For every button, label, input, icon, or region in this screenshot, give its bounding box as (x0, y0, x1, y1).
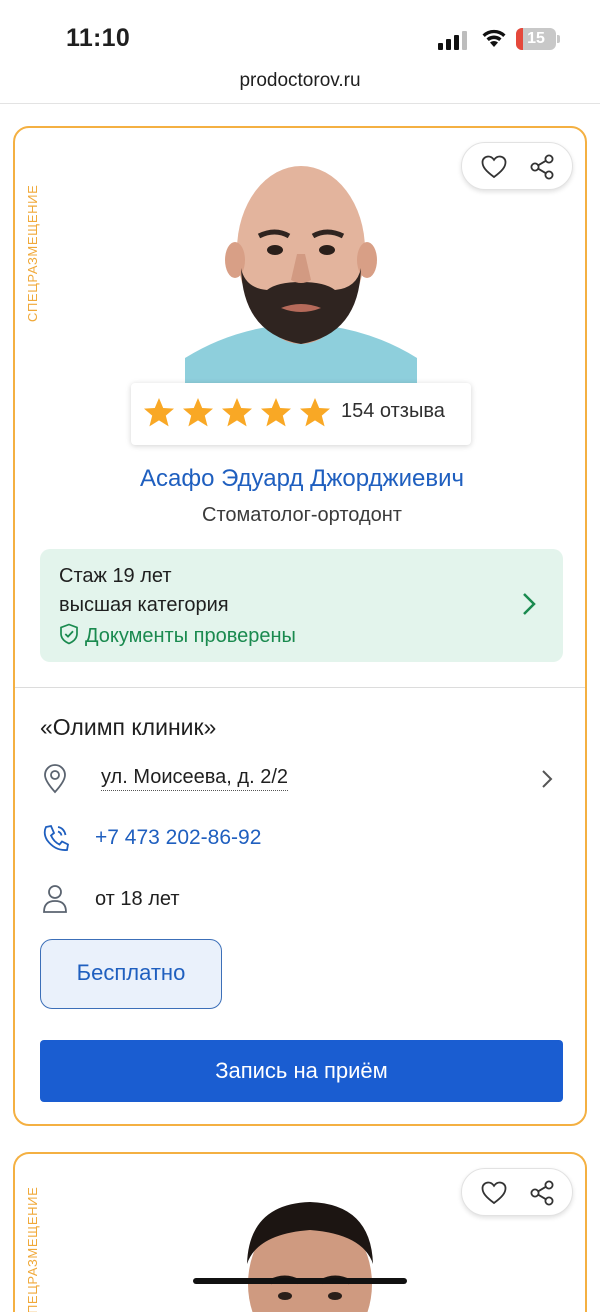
experience-panel[interactable]: Стаж 19 лет высшая категория Документы п… (40, 549, 563, 662)
heart-icon[interactable] (480, 153, 508, 181)
phone-icon (43, 824, 69, 851)
star-icon (222, 398, 252, 427)
card-actions (461, 142, 573, 190)
heart-icon[interactable] (480, 1179, 508, 1207)
address-bar[interactable]: prodoctorov.ru (0, 70, 600, 104)
patient-age: от 18 лет (95, 888, 180, 910)
star-icon (144, 398, 174, 427)
person-icon (43, 885, 67, 913)
chevron-right-icon[interactable] (541, 769, 553, 789)
chevron-right-icon (523, 593, 536, 615)
doctor-specialty: Стоматолог-ортодонт (202, 504, 402, 526)
wifi-icon (482, 29, 506, 47)
doctor-photo (185, 158, 417, 384)
free-consultation-button[interactable]: Бесплатно (40, 939, 222, 1009)
star-rating (144, 398, 330, 427)
clinic-address-link[interactable]: ул. Моисеева, д. 2/2 (101, 766, 288, 791)
clinic-name[interactable]: «Олимп клиник» (40, 714, 216, 741)
review-count: 154 отзыва (341, 400, 445, 422)
star-icon (300, 398, 330, 427)
documents-verified-label: Документы проверены (85, 625, 296, 647)
status-bar: 11:10 15 (0, 0, 600, 70)
clinic-phone-link[interactable]: +7 473 202-86-92 (95, 826, 261, 850)
book-appointment-button[interactable]: Запись на приём (40, 1040, 563, 1102)
share-icon[interactable] (528, 153, 556, 181)
doctor-card: СПЕЦРАЗМЕЩЕНИЕ (13, 126, 587, 1126)
doctor-photo (247, 1202, 373, 1312)
status-time: 11:10 (66, 24, 131, 52)
category-text: высшая категория (59, 594, 229, 616)
cellular-signal-icon (438, 31, 467, 50)
promo-label: СПЕЦРАЗМЕЩЕНИЕ (25, 184, 40, 322)
documents-verified: Документы проверены (59, 623, 296, 648)
divider (15, 687, 585, 688)
rating-summary[interactable]: 154 отзыва (131, 383, 471, 445)
doctor-card: СПЕЦРАЗМЕЩЕНИЕ (13, 1152, 587, 1312)
shield-check-icon (60, 623, 78, 645)
share-icon[interactable] (528, 1179, 556, 1207)
star-icon (183, 398, 213, 427)
home-indicator[interactable] (193, 1278, 407, 1284)
promo-label: СПЕЦРАЗМЕЩЕНИЕ (25, 1186, 40, 1312)
divider (0, 103, 600, 104)
star-icon (261, 398, 291, 427)
battery-level: 15 (527, 30, 545, 47)
battery-icon: 15 (516, 28, 560, 50)
experience-text: Стаж 19 лет (59, 565, 172, 587)
location-pin-icon (44, 764, 66, 794)
doctor-name-link[interactable]: Асафо Эдуард Джорджиевич (15, 465, 585, 493)
card-actions (461, 1168, 573, 1216)
